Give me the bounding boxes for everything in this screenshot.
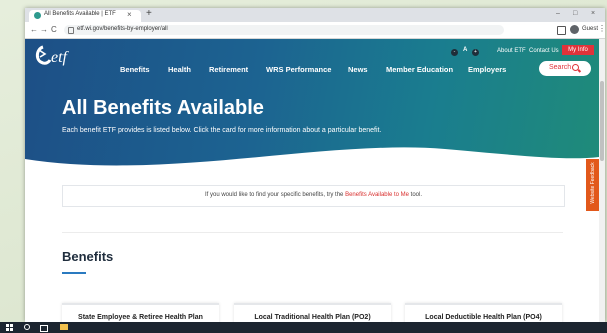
browser-menu-icon[interactable]: ⋮ [598,24,605,34]
text-size-increase-icon[interactable]: + [472,49,479,56]
benefit-card[interactable]: State Employee & Retiree Health Plan [62,303,219,322]
divider [62,232,563,233]
my-info-button[interactable]: My Info [562,45,594,55]
benefit-card[interactable]: Local Deductible Health Plan (PO4) [405,303,562,322]
nav-member-education[interactable]: Member Education [386,65,453,74]
search-button[interactable]: Search [539,61,591,76]
url-input[interactable]: etf.wi.gov/benefits-by-employer/all [64,25,504,35]
windows-taskbar [0,322,607,333]
search-icon [572,64,579,71]
etf-logo[interactable]: etf [33,41,83,69]
benefits-available-to-me-link[interactable]: Benefits Available to Me [345,192,409,198]
file-explorer-icon[interactable] [60,324,68,330]
page-scrollbar[interactable] [599,39,605,322]
notice-box: If you would like to find your specific … [62,185,565,207]
close-window-button[interactable]: × [591,9,595,19]
section-underline [62,272,86,274]
page-title: All Benefits Available [62,97,264,119]
tab-strip: All Benefits Available | ETF × + – □ × [25,8,605,22]
nav-employers[interactable]: Employers [468,65,506,74]
notice-text: If you would like to find your specific … [63,192,564,198]
page-subtitle: Each benefit ETF provides is listed belo… [62,127,382,134]
minimize-button[interactable]: – [556,9,560,19]
section-title-benefits: Benefits [62,249,114,264]
new-tab-button[interactable]: + [146,9,152,19]
nav-news[interactable]: News [348,65,368,74]
forward-button[interactable]: → [40,24,48,35]
scrollbar-thumb[interactable] [600,81,604,161]
etf-favicon-icon [34,12,41,19]
back-button[interactable]: ← [30,24,38,35]
notice-text-before: If you would like to find your specific … [204,192,346,198]
feedback-label: Website Feedback [590,162,596,204]
nav-wrs-performance[interactable]: WRS Performance [266,65,331,74]
task-view-icon[interactable] [40,325,48,332]
maximize-button[interactable]: □ [573,9,577,19]
text-size-decrease-icon[interactable]: - [451,49,458,56]
address-bar-row: ← → C etf.wi.gov/benefits-by-employer/al… [25,22,605,39]
nav-benefits[interactable]: Benefits [120,65,150,74]
benefit-card-title: State Employee & Retiree Health Plan [78,314,203,321]
profile-label[interactable]: Guest [582,26,598,32]
search-label: Search [549,64,572,71]
taskbar-search-icon[interactable] [24,324,30,330]
profile-icon[interactable] [570,25,579,34]
benefit-card-title: Local Deductible Health Plan (PO4) [425,314,542,321]
benefit-card-title: Local Traditional Health Plan (PO2) [254,314,371,321]
windows-start-icon[interactable] [6,324,13,331]
nav-health[interactable]: Health [168,65,191,74]
contact-us-link[interactable]: Contact Us [529,48,559,54]
page-viewport: etf - A + About ETF Contact Us My Info B… [25,39,599,322]
reload-button[interactable]: C [51,24,57,35]
website-feedback-tab[interactable]: Website Feedback [586,159,599,211]
benefit-card[interactable]: Local Traditional Health Plan (PO2) [234,303,391,322]
lock-icon [68,27,74,34]
tab-close-icon[interactable]: × [127,10,132,20]
nav-retirement[interactable]: Retirement [209,65,248,74]
url-text: etf.wi.gov/benefits-by-employer/all [77,26,168,32]
text-size-label: A [463,47,468,53]
tab-title: All Benefits Available | ETF [44,11,116,17]
notice-text-after: tool. [409,192,423,198]
browser-window: All Benefits Available | ETF × + – □ × ←… [25,8,605,322]
browser-tab-active[interactable]: All Benefits Available | ETF × [29,10,141,22]
about-etf-link[interactable]: About ETF [497,48,526,54]
svg-text:etf: etf [51,49,70,66]
extension-icon[interactable] [557,26,566,35]
